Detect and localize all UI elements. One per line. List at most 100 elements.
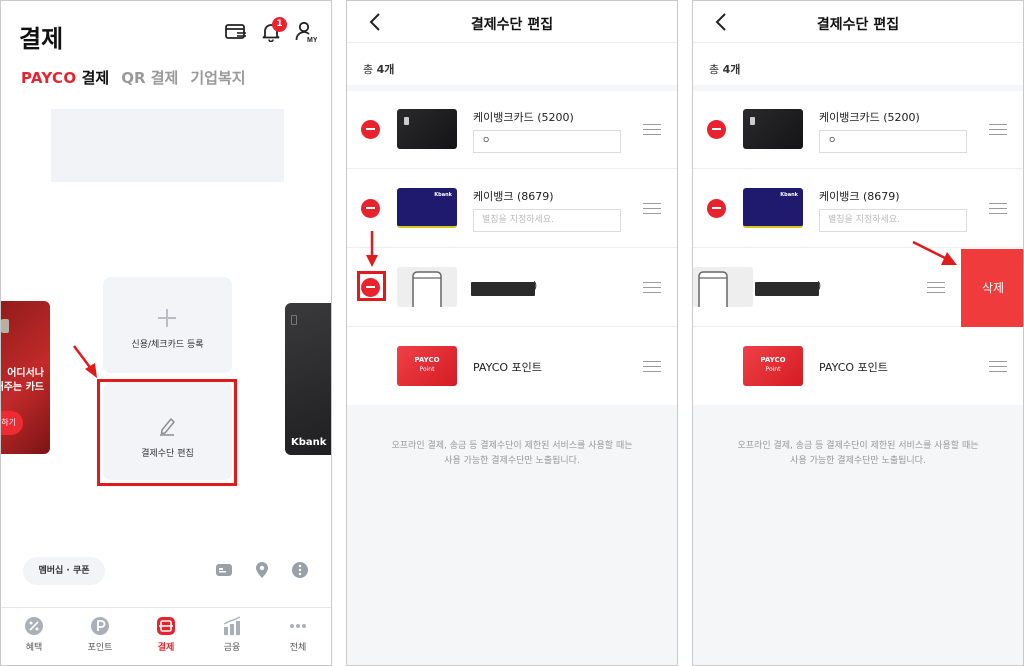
tab-corporate-welfare[interactable]: 기업복지 xyxy=(190,67,245,88)
nav-finance[interactable]: 금융 xyxy=(199,608,265,665)
remove-button[interactable] xyxy=(361,120,380,139)
card-chip-icon xyxy=(291,315,297,325)
drag-handle-icon[interactable] xyxy=(643,203,661,214)
card-thumbnail: Kbank xyxy=(743,188,803,228)
promo-card-left[interactable]: 어디서나해주는 카드 급하기 xyxy=(1,301,50,454)
card-name: PAYCO 포인트 xyxy=(473,361,542,374)
wallet-icon[interactable] xyxy=(215,561,233,579)
card-thumbnail xyxy=(743,109,803,149)
card-thumbnail: Kbank xyxy=(397,188,457,228)
masked-name-tail: ) xyxy=(533,279,538,292)
nav-label: 전체 xyxy=(289,643,307,653)
page-title: 결제수단 편집 xyxy=(816,17,900,33)
card-thumbnail xyxy=(397,109,457,149)
payco-point-thumbnail: PAYCO Point xyxy=(743,346,803,386)
annotation-arrow xyxy=(73,345,97,378)
payco-point-thumbnail: PAYCO Point xyxy=(397,346,457,386)
footer-notice: 오프라인 결제, 송금 등 결제수단이 제한된 서비스를 사용할 때는 사용 가능… xyxy=(347,405,677,665)
phone-thumbnail xyxy=(693,267,753,313)
masked-name xyxy=(755,282,819,296)
card-chip-icon xyxy=(1,319,9,333)
card-name: 케이뱅크카드 (5200) xyxy=(473,111,574,124)
footer-notice: 오프라인 결제, 송금 등 결제수단이 제한된 서비스를 사용할 때는 사용 가능… xyxy=(693,405,1023,665)
highlight-box xyxy=(357,271,386,301)
membership-coupon-button[interactable]: 멤버십 · 쿠폰 xyxy=(23,557,105,585)
card-list-icon[interactable] xyxy=(225,23,247,41)
tab-payco-payment[interactable]: PAYCO 결제 xyxy=(21,67,109,88)
my-label: MY xyxy=(307,37,317,43)
promo-card-button[interactable]: 급하기 xyxy=(1,411,23,435)
delete-button[interactable]: 삭제 xyxy=(961,249,1023,327)
list-item: PAYCO Point PAYCO 포인트 xyxy=(347,328,677,406)
remove-button[interactable] xyxy=(707,199,726,218)
add-card-button[interactable]: 신용/체크카드 등록 xyxy=(103,277,232,373)
masked-name-tail: ) xyxy=(817,279,822,292)
drag-handle-icon[interactable] xyxy=(643,282,661,293)
edit-payment-screen-delete: 결제수단 편집 총 4개 케이뱅크카드 (5200) ㅇ Kbank 케이뱅크 … xyxy=(692,0,1024,666)
payment-home-screen: 결제 1 MY PAYCO 결제 QR 결제 기업복지 어디서나해주는 카드 급… xyxy=(0,0,332,666)
phone-icon xyxy=(698,271,728,313)
edit-payment-screen: 결제수단 편집 총 4개 케이뱅크카드 (5200) ㅇ Kbank 케이뱅크 … xyxy=(346,0,678,666)
list-item: ) xyxy=(347,249,677,327)
drag-handle-icon[interactable] xyxy=(989,124,1007,135)
nav-payment[interactable]: 결제 xyxy=(133,608,199,665)
remove-button[interactable] xyxy=(361,199,380,218)
phone-thumbnail xyxy=(397,267,457,313)
percent-icon xyxy=(25,617,43,635)
annotation-arrow xyxy=(366,231,378,267)
drag-handle-icon[interactable] xyxy=(927,282,945,293)
masked-name xyxy=(471,282,535,296)
card-brand: Kbank xyxy=(291,437,327,448)
nav-all[interactable]: 전체 xyxy=(265,608,331,665)
list-item: Kbank 케이뱅크 (8679) 별칭을 지정하세요. xyxy=(693,170,1023,248)
card-name: 케이뱅크카드 (5200) xyxy=(819,111,920,124)
kbank-card-preview[interactable]: Kbank xyxy=(285,303,331,455)
drag-handle-icon[interactable] xyxy=(989,203,1007,214)
drag-handle-icon[interactable] xyxy=(643,124,661,135)
header-icons: 1 MY xyxy=(225,17,317,43)
nav-label: 혜택 xyxy=(25,643,43,653)
nav-points[interactable]: 포인트 xyxy=(67,608,133,665)
nickname-input[interactable]: 별칭을 지정하세요. xyxy=(473,209,621,232)
plus-icon xyxy=(158,309,176,327)
highlight-box xyxy=(97,379,237,486)
point-icon xyxy=(91,617,109,635)
nav-benefits[interactable]: 혜택 xyxy=(1,608,67,665)
nickname-input[interactable]: ㅇ xyxy=(473,130,621,153)
list-item: Kbank 케이뱅크 (8679) 별칭을 지정하세요. xyxy=(347,170,677,248)
header: 결제수단 편집 xyxy=(347,1,677,43)
location-pin-icon[interactable] xyxy=(253,561,271,579)
promo-banner[interactable] xyxy=(51,109,284,182)
more-vertical-icon[interactable] xyxy=(291,561,309,579)
payment-icon xyxy=(157,617,175,635)
nickname-input[interactable]: ㅇ xyxy=(819,130,967,153)
drag-handle-icon[interactable] xyxy=(989,361,1007,372)
my-account-icon[interactable]: MY xyxy=(295,21,317,43)
utility-icons xyxy=(215,561,309,579)
tab-qr-payment[interactable]: QR 결제 xyxy=(121,67,178,88)
bottom-navigation: 혜택 포인트 결제 금융 전체 xyxy=(1,607,331,665)
nav-label: 포인트 xyxy=(87,643,113,653)
chart-icon xyxy=(223,616,241,635)
list-item: 케이뱅크카드 (5200) ㅇ xyxy=(347,91,677,169)
nickname-input[interactable]: 별칭을 지정하세요. xyxy=(819,209,967,232)
notification-button[interactable]: 1 xyxy=(261,17,287,42)
card-name: 케이뱅크 (8679) xyxy=(473,190,554,203)
notification-badge: 1 xyxy=(272,17,287,32)
header: 결제수단 편집 xyxy=(693,1,1023,43)
drag-handle-icon[interactable] xyxy=(643,361,661,372)
card-name: 케이뱅크 (8679) xyxy=(819,190,900,203)
nav-label: 금융 xyxy=(223,643,241,653)
list-item: PAYCO Point PAYCO 포인트 xyxy=(693,328,1023,406)
list-item: 케이뱅크카드 (5200) ㅇ xyxy=(693,91,1023,169)
total-count: 총 4개 xyxy=(709,63,741,76)
page-title: 결제 xyxy=(19,25,64,53)
promo-card-text: 어디서나해주는 카드 xyxy=(1,368,44,393)
page-title: 결제수단 편집 xyxy=(470,17,554,33)
annotation-arrow xyxy=(912,240,957,265)
phone-icon xyxy=(412,271,442,313)
total-count: 총 4개 xyxy=(363,63,395,76)
remove-button[interactable] xyxy=(707,120,726,139)
nav-label: 결제 xyxy=(157,643,175,653)
card-name: PAYCO 포인트 xyxy=(819,361,888,374)
